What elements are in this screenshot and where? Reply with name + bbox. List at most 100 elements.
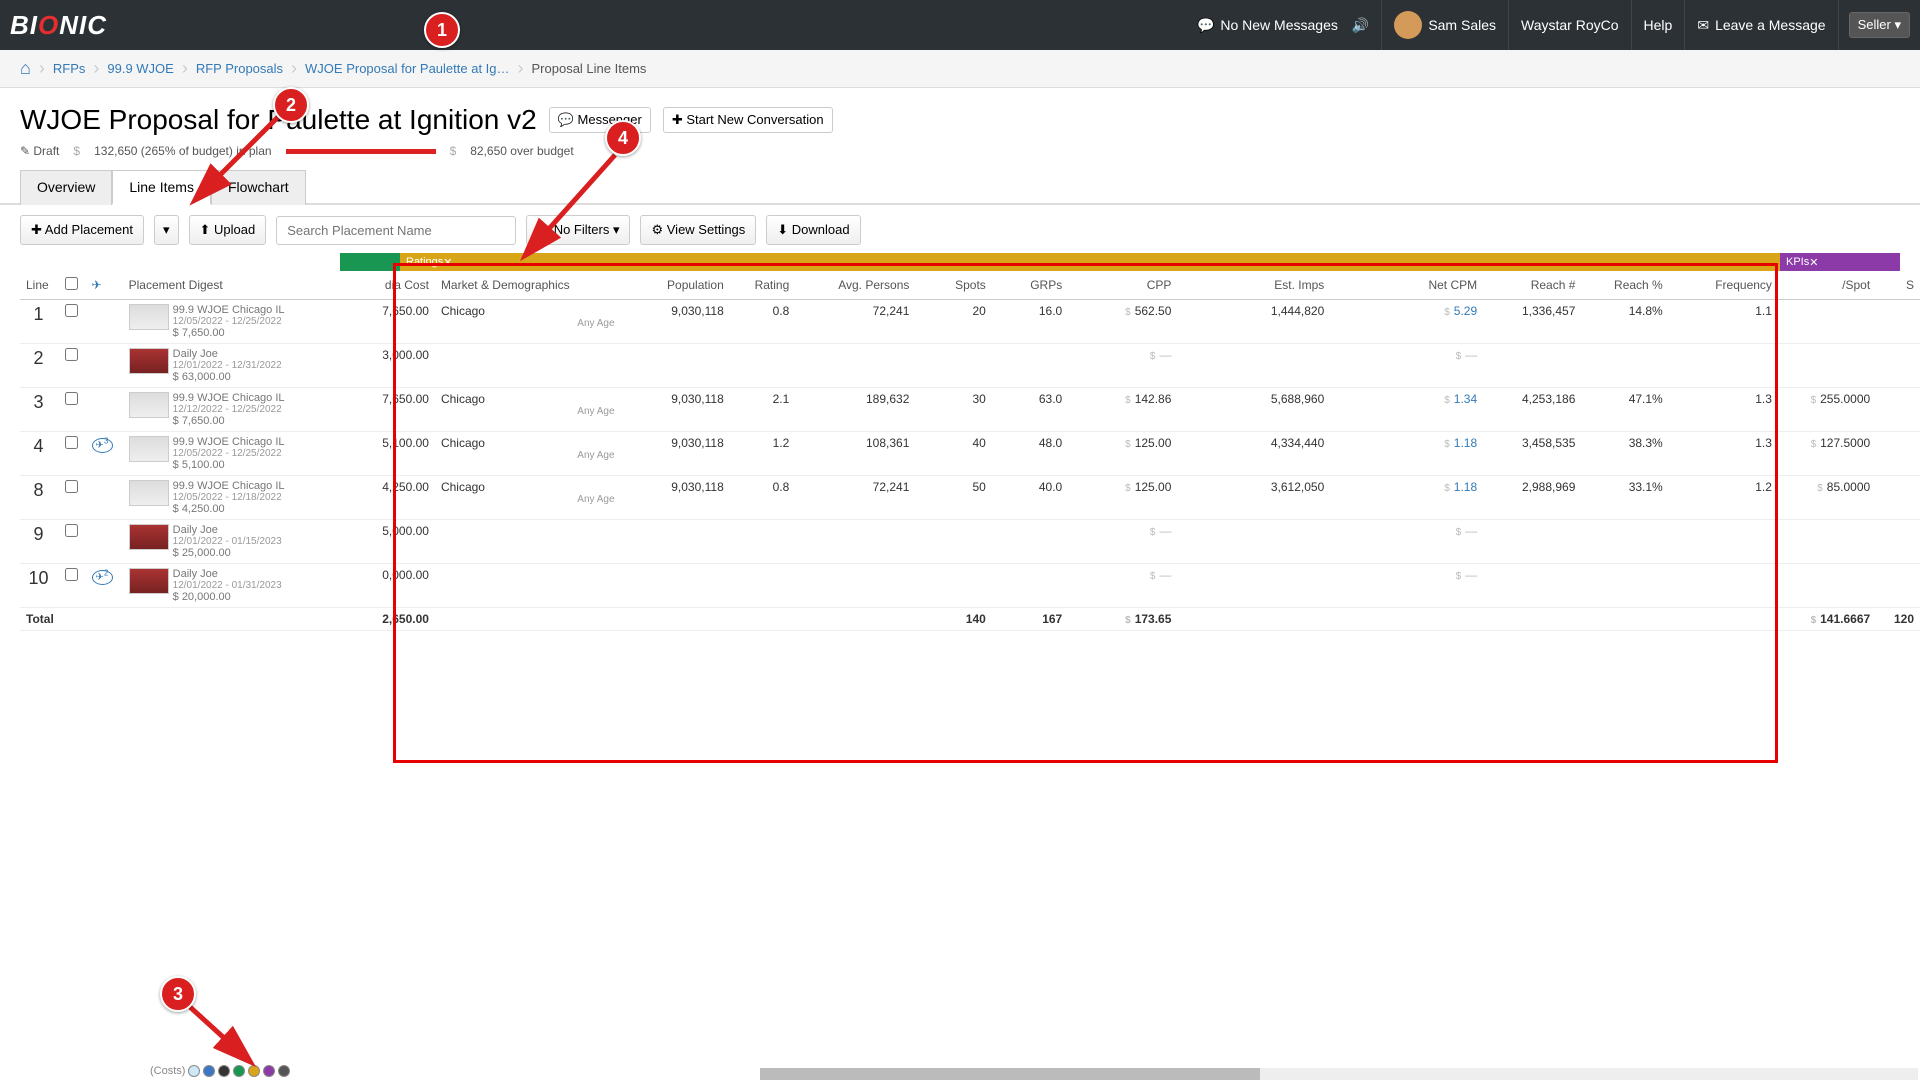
col-market[interactable]: Market & Demographics (435, 271, 621, 300)
col-rating[interactable]: Rating (730, 271, 796, 300)
breadcrumb-proposal[interactable]: WJOE Proposal for Paulette at Ig… (305, 61, 509, 76)
select-all-checkbox[interactable] (65, 277, 78, 290)
placement-digest[interactable]: 99.9 WJOE Chicago IL12/05/2022 - 12/25/2… (123, 300, 370, 344)
legend-dot[interactable] (218, 1065, 230, 1077)
upload-button[interactable]: ⬆ Upload (189, 215, 267, 245)
breadcrumb-rfps[interactable]: RFPs (53, 61, 86, 76)
avatar (1394, 11, 1422, 39)
row-checkbox[interactable] (65, 480, 78, 493)
row-checkbox[interactable] (65, 304, 78, 317)
table-row[interactable]: 2Daily Joe12/01/2022 - 12/31/2022$ 63,00… (20, 344, 1920, 388)
placement-digest[interactable]: Daily Joe12/01/2022 - 01/31/2023$ 20,000… (123, 564, 370, 608)
row-checkbox[interactable] (65, 392, 78, 405)
org-menu[interactable]: Waystar RoyCo (1509, 0, 1632, 50)
start-conversation-button[interactable]: ✚ Start New Conversation (663, 107, 833, 133)
logo[interactable]: BIONIC (10, 10, 107, 41)
volume-icon: 🔊 (1352, 17, 1369, 34)
download-button[interactable]: ⬇ Download (766, 215, 860, 245)
row-pin[interactable] (86, 476, 123, 520)
breadcrumb-proposals[interactable]: RFP Proposals (196, 61, 283, 76)
cell-market: ChicagoAny Age (435, 300, 621, 344)
toolbar: ✚ Add Placement ▾ ⬆ Upload ▼ No Filters … (0, 205, 1920, 253)
col-spots[interactable]: Spots (915, 271, 991, 300)
cell-population (621, 344, 730, 388)
col-net-cpm[interactable]: Net CPM (1330, 271, 1483, 300)
cell-cpp: $562.50 (1068, 300, 1177, 344)
row-checkbox[interactable] (65, 524, 78, 537)
home-icon[interactable]: ⌂ (20, 58, 31, 79)
filters-button[interactable]: ▼ No Filters ▾ (526, 215, 630, 245)
row-pin[interactable] (86, 520, 123, 564)
col-reach-n[interactable]: Reach # (1483, 271, 1581, 300)
horizontal-scrollbar[interactable] (760, 1068, 1918, 1080)
table-row[interactable]: 4✈399.9 WJOE Chicago IL12/05/2022 - 12/2… (20, 432, 1920, 476)
help-button[interactable]: Help (1632, 0, 1686, 50)
breadcrumb-current: Proposal Line Items (532, 61, 647, 76)
tab-line-items[interactable]: Line Items (112, 170, 211, 205)
placement-digest[interactable]: 99.9 WJOE Chicago IL12/05/2022 - 12/18/2… (123, 476, 370, 520)
placement-thumbnail (129, 524, 169, 550)
add-placement-button[interactable]: ✚ Add Placement (20, 215, 144, 245)
cell-rating (730, 344, 796, 388)
legend-dot[interactable] (233, 1065, 245, 1077)
scrollbar-thumb[interactable] (760, 1068, 1260, 1080)
placement-digest[interactable]: 99.9 WJOE Chicago IL12/12/2022 - 12/25/2… (123, 388, 370, 432)
col-last[interactable]: S (1876, 271, 1920, 300)
view-settings-button[interactable]: ⚙ View Settings (640, 215, 756, 245)
row-checkbox[interactable] (65, 348, 78, 361)
close-icon[interactable]: ✕ (1809, 256, 1818, 269)
breadcrumb-station[interactable]: 99.9 WJOE (107, 61, 173, 76)
cell-rating: 0.8 (730, 300, 796, 344)
tab-flowchart[interactable]: Flowchart (211, 170, 306, 205)
col-per-spot[interactable]: /Spot (1778, 271, 1876, 300)
search-input[interactable] (276, 216, 516, 245)
col-digest[interactable]: Placement Digest (123, 271, 370, 300)
add-placement-caret[interactable]: ▾ (154, 215, 179, 245)
row-pin[interactable] (86, 388, 123, 432)
table-row[interactable]: 9Daily Joe12/01/2022 - 01/15/2023$ 25,00… (20, 520, 1920, 564)
table-row[interactable]: 899.9 WJOE Chicago IL12/05/2022 - 12/18/… (20, 476, 1920, 520)
col-population[interactable]: Population (621, 271, 730, 300)
row-pin[interactable]: ✈3 (86, 432, 123, 476)
placement-digest[interactable]: 99.9 WJOE Chicago IL12/05/2022 - 12/25/2… (123, 432, 370, 476)
legend-dot[interactable] (188, 1065, 200, 1077)
col-pin[interactable]: ✈ (86, 271, 123, 300)
cell-frequency: 1.3 (1669, 432, 1778, 476)
col-cpp[interactable]: CPP (1068, 271, 1177, 300)
seller-dropdown[interactable]: Seller ▾ (1849, 12, 1910, 38)
placement-digest[interactable]: Daily Joe12/01/2022 - 01/15/2023$ 25,000… (123, 520, 370, 564)
legend-dot[interactable] (203, 1065, 215, 1077)
logo-part-o: O (38, 10, 59, 40)
placement-digest[interactable]: Daily Joe12/01/2022 - 12/31/2022$ 63,000… (123, 344, 370, 388)
table-row[interactable]: 199.9 WJOE Chicago IL12/05/2022 - 12/25/… (20, 300, 1920, 344)
row-pin[interactable]: ✈2 (86, 564, 123, 608)
group-ratings[interactable]: Ratings ✕ (400, 253, 1780, 271)
row-checkbox[interactable] (65, 568, 78, 581)
total-label: Total (20, 608, 369, 631)
row-pin[interactable] (86, 344, 123, 388)
group-kpis[interactable]: KPIs ✕ (1780, 253, 1900, 271)
tab-overview[interactable]: Overview (20, 170, 112, 205)
row-pin[interactable] (86, 300, 123, 344)
breadcrumb-sep: › (39, 58, 45, 79)
table-row[interactable]: 399.9 WJOE Chicago IL12/12/2022 - 12/25/… (20, 388, 1920, 432)
legend-dot[interactable] (263, 1065, 275, 1077)
col-reach-p[interactable]: Reach % (1581, 271, 1668, 300)
logo-part-nic: NIC (59, 10, 107, 40)
user-menu[interactable]: Sam Sales (1382, 0, 1509, 50)
table-row[interactable]: 10✈2Daily Joe12/01/2022 - 01/31/2023$ 20… (20, 564, 1920, 608)
messages-button[interactable]: 💬 No New Messages 🔊 (1185, 0, 1382, 50)
col-select-all[interactable] (57, 271, 85, 300)
col-line[interactable]: Line (20, 271, 57, 300)
col-frequency[interactable]: Frequency (1669, 271, 1778, 300)
col-est-imps[interactable]: Est. Imps (1177, 271, 1330, 300)
leave-message-button[interactable]: ✉ Leave a Message (1685, 0, 1838, 50)
close-icon[interactable]: ✕ (443, 256, 452, 269)
col-grps[interactable]: GRPs (992, 271, 1068, 300)
col-avg-persons[interactable]: Avg. Persons (795, 271, 915, 300)
col-media-cost[interactable]: dia Cost (369, 271, 435, 300)
line-items-table: Line ✈ Placement Digest dia Cost Market … (20, 271, 1920, 631)
legend-dot[interactable] (278, 1065, 290, 1077)
row-checkbox[interactable] (65, 436, 78, 449)
legend-dot[interactable] (248, 1065, 260, 1077)
